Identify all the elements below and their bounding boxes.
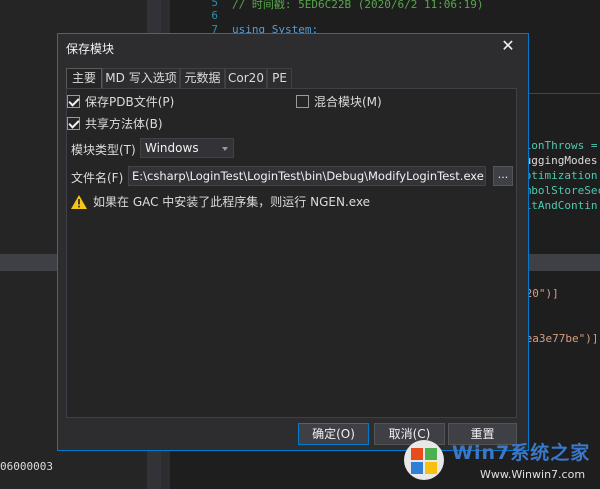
- watermark-title: Win7系统之家: [452, 442, 591, 464]
- close-icon[interactable]: ✕: [498, 36, 518, 56]
- warning-icon: [71, 194, 87, 209]
- code-fragment: ditAndContin: [518, 199, 598, 212]
- mixed-module-label: 混合模块(M): [314, 95, 382, 109]
- check-icon: [68, 117, 80, 129]
- ok-button[interactable]: 确定(O): [298, 423, 369, 445]
- watermark-url: Www.Winwin7.com: [480, 468, 586, 481]
- share-method-body-checkbox[interactable]: [67, 117, 80, 130]
- code-comment: // 时间戳: 5ED6C22B (2020/6/2 11:06:19): [232, 0, 484, 11]
- save-pdb-label: 保存PDB文件(P): [85, 95, 175, 109]
- share-method-body-option[interactable]: 共享方法体(B): [67, 115, 163, 132]
- tab-cor20[interactable]: Cor20: [225, 68, 267, 88]
- module-type-select[interactable]: Windows: [140, 138, 234, 158]
- line-number: 6: [211, 9, 218, 22]
- dialog-title: 保存模块: [66, 42, 115, 56]
- code-fragment: tionThrows =: [518, 139, 598, 152]
- module-type-label: 模块类型(T): [71, 143, 136, 157]
- line-number: 5: [211, 0, 218, 9]
- code-fragment: buggingModes.: [518, 154, 600, 167]
- tab-metadata[interactable]: 元数据: [180, 68, 225, 88]
- tab-panel-main: 保存PDB文件(P) 共享方法体(B) 混合模块(M) 模块类型(T) Wind…: [66, 88, 517, 418]
- code-fragment: ymbolStoreSec: [518, 184, 600, 197]
- browse-button[interactable]: ...: [493, 166, 513, 186]
- check-icon: [68, 95, 80, 107]
- file-name-label: 文件名(F): [71, 171, 124, 185]
- ngen-warning: 如果在 GAC 中安装了此程序集，则运行 NGEN.exe: [71, 193, 370, 210]
- mixed-module-checkbox[interactable]: [296, 95, 309, 108]
- token-value: 06000003: [0, 460, 53, 473]
- module-type-value: Windows: [145, 141, 199, 155]
- code-fragment: 0ea3e77be")]: [519, 332, 599, 345]
- save-module-dialog: 保存模块 ✕ 主要 MD 写入选项 元数据 Cor20 PE 保存PDB文件(P…: [57, 33, 529, 451]
- warning-text: 如果在 GAC 中安装了此程序集，则运行 NGEN.exe: [93, 195, 371, 209]
- tab-md-write-options[interactable]: MD 写入选项: [102, 68, 180, 88]
- tab-main[interactable]: 主要: [66, 68, 102, 89]
- share-method-body-label: 共享方法体(B): [85, 117, 163, 131]
- chevron-down-icon: [222, 147, 228, 151]
- watermark: Win7系统之家 Www.Winwin7.com: [400, 432, 600, 489]
- mixed-module-option[interactable]: 混合模块(M): [296, 93, 382, 110]
- windows-logo-icon: [404, 440, 444, 480]
- editor-separator: [518, 93, 600, 94]
- save-pdb-checkbox[interactable]: [67, 95, 80, 108]
- code-fragment: Optimization: [518, 169, 598, 182]
- save-pdb-option[interactable]: 保存PDB文件(P): [67, 93, 174, 110]
- file-name-input[interactable]: E:\csharp\LoginTest\LoginTest\bin\Debug\…: [128, 166, 486, 186]
- tab-pe[interactable]: PE: [267, 68, 292, 88]
